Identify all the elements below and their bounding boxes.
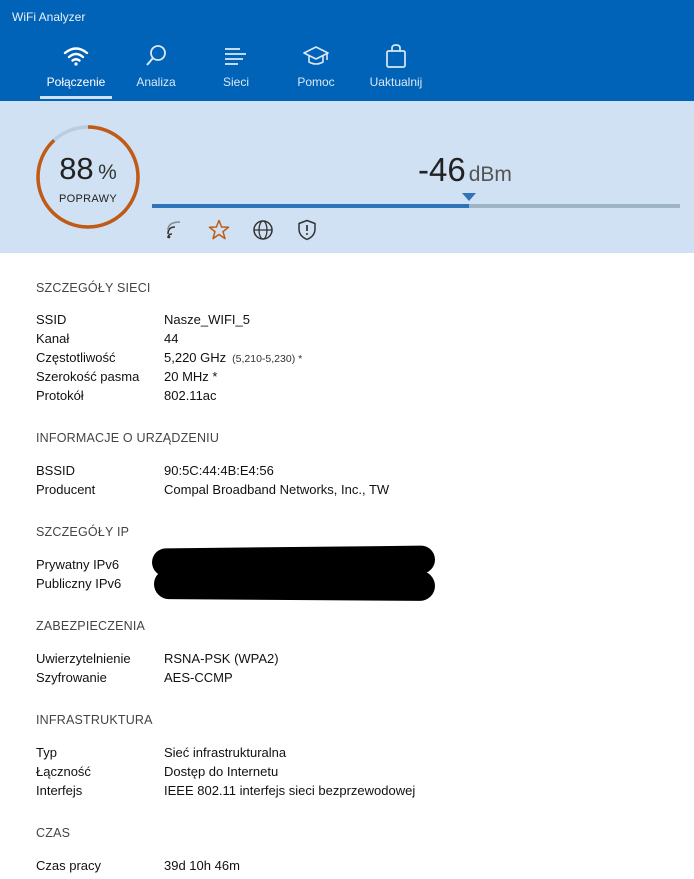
quality-caption: POPRAWY	[59, 193, 117, 205]
title-bar: WiFi Analyzer Połączenie Analiza Sieci P…	[0, 0, 694, 101]
detail-value: AES-CCMP	[164, 670, 233, 685]
app-title: WiFi Analyzer	[12, 10, 86, 24]
detail-row: Szerokość pasma 20 MHz *	[36, 369, 676, 388]
security-details: Uwierzytelnienie RSNA-PSK (WPA2) Szyfrow…	[36, 651, 676, 689]
section-title-device: INFORMACJE O URZĄDZENIU	[36, 431, 220, 445]
detail-row: Producent Compal Broadband Networks, Inc…	[36, 482, 676, 501]
detail-value: 90:5C:44:4B:E4:56	[164, 463, 274, 478]
detail-value: 20 MHz *	[164, 369, 218, 384]
list-icon	[196, 44, 276, 68]
detail-key: SSID	[36, 312, 67, 327]
section-title-time: CZAS	[36, 826, 71, 840]
signal-bar-fill	[152, 204, 469, 208]
star-icon[interactable]	[208, 219, 230, 241]
signal-bar	[152, 193, 680, 208]
detail-key: Protokół	[36, 388, 84, 403]
magnifier-icon	[116, 44, 196, 68]
detail-key: Szerokość pasma	[36, 369, 140, 384]
nav-tabs: Połączenie Analiza Sieci Pomoc Uaktualni…	[36, 40, 436, 101]
detail-value: Dostęp do Internetu	[164, 764, 279, 779]
detail-value: 44	[164, 331, 179, 346]
detail-key: Publiczny IPv6	[36, 576, 122, 591]
active-tab-indicator	[40, 96, 112, 99]
globe-icon[interactable]	[252, 219, 274, 241]
tab-analiza[interactable]: Analiza	[116, 40, 196, 101]
quality-unit: %	[98, 161, 117, 184]
detail-value: Sieć infrastrukturalna	[164, 745, 287, 760]
detail-row: Czas pracy 39d 10h 46m	[36, 858, 676, 877]
network-details: SSID Nasze_WIFI_5 Kanał 44 Częstotliwość…	[36, 312, 676, 407]
detail-value: 802.11ac	[164, 388, 217, 403]
detail-value: 39d 10h 46m	[164, 858, 240, 873]
detail-row: Typ Sieć infrastrukturalna	[36, 745, 676, 764]
detail-value: 5,220 GHz	[164, 350, 227, 365]
dbm-unit: dBm	[468, 163, 512, 186]
signal-strength: -46 dBm	[418, 151, 512, 189]
tab-uaktualnij[interactable]: Uaktualnij	[356, 40, 436, 101]
time-details: Czas pracy 39d 10h 46m	[36, 858, 676, 877]
tab-polaczenie[interactable]: Połączenie	[36, 40, 116, 101]
tab-label: Połączenie	[46, 75, 106, 89]
signal-marker	[461, 193, 476, 201]
detail-key: Typ	[36, 745, 57, 760]
detail-value: Nasze_WIFI_5	[164, 312, 250, 327]
signal-bars-icon[interactable]	[164, 219, 186, 241]
detail-key: Kanał	[36, 331, 70, 346]
detail-row: BSSID 90:5C:44:4B:E4:56	[36, 463, 676, 482]
detail-key: Łączność	[36, 764, 91, 779]
frequency-range: (5,210-5,230) *	[232, 353, 303, 365]
device-details: BSSID 90:5C:44:4B:E4:56 Producent Compal…	[36, 463, 676, 501]
status-icons	[164, 219, 318, 241]
section-title-security: ZABEZPIECZENIA	[36, 619, 146, 633]
detail-row: Szyfrowanie AES-CCMP	[36, 670, 676, 689]
wifi-icon	[36, 44, 116, 68]
detail-key: Szyfrowanie	[36, 670, 107, 685]
quality-gauge: 88 % POPRAWY	[34, 123, 142, 231]
section-title-infra: INFRASTRUKTURA	[36, 713, 153, 727]
detail-value: Compal Broadband Networks, Inc., TW	[164, 482, 390, 497]
detail-value: RSNA-PSK (WPA2)	[164, 651, 279, 666]
tab-label: Uaktualnij	[369, 75, 423, 89]
shield-icon[interactable]	[296, 219, 318, 241]
infra-details: Typ Sieć infrastrukturalna Łączność Dost…	[36, 745, 676, 802]
detail-row: Częstotliwość 5,220 GHz (5,210-5,230) *	[36, 350, 676, 369]
shopping-bag-icon	[356, 44, 436, 68]
detail-key: Czas pracy	[36, 858, 102, 873]
detail-row: Uwierzytelnienie RSNA-PSK (WPA2)	[36, 651, 676, 670]
detail-row: SSID Nasze_WIFI_5	[36, 312, 676, 331]
detail-value: IEEE 802.11 interfejs sieci bezprzewodow…	[164, 783, 416, 798]
tab-sieci[interactable]: Sieci	[196, 40, 276, 101]
tab-label: Sieci	[222, 75, 249, 89]
redaction-mark	[153, 569, 436, 601]
tab-label: Analiza	[136, 75, 176, 89]
dbm-value: -46	[418, 151, 466, 188]
detail-key: BSSID	[36, 463, 76, 478]
detail-key: Uwierzytelnienie	[36, 651, 131, 666]
quality-number: 88	[59, 151, 94, 186]
detail-row: Interfejs IEEE 802.11 interfejs sieci be…	[36, 783, 676, 802]
detail-key: Częstotliwość	[36, 350, 116, 365]
quality-value: 88 %	[34, 151, 142, 187]
signal-panel: 88 % POPRAWY -46 dBm	[0, 101, 694, 253]
section-title-ip: SZCZEGÓŁY IP	[36, 525, 130, 539]
graduation-cap-icon	[276, 44, 356, 68]
detail-row: Kanał 44	[36, 331, 676, 350]
tab-label: Pomoc	[297, 75, 335, 89]
tab-pomoc[interactable]: Pomoc	[276, 40, 356, 101]
detail-key: Prywatny IPv6	[36, 557, 120, 572]
section-title-network: SZCZEGÓŁY SIECI	[36, 281, 151, 295]
detail-row: Protokół 802.11ac	[36, 388, 676, 407]
detail-row: Łączność Dostęp do Internetu	[36, 764, 676, 783]
detail-key: Producent	[36, 482, 96, 497]
detail-value-group: 5,220 GHz (5,210-5,230) *	[164, 350, 302, 365]
detail-key: Interfejs	[36, 783, 83, 798]
